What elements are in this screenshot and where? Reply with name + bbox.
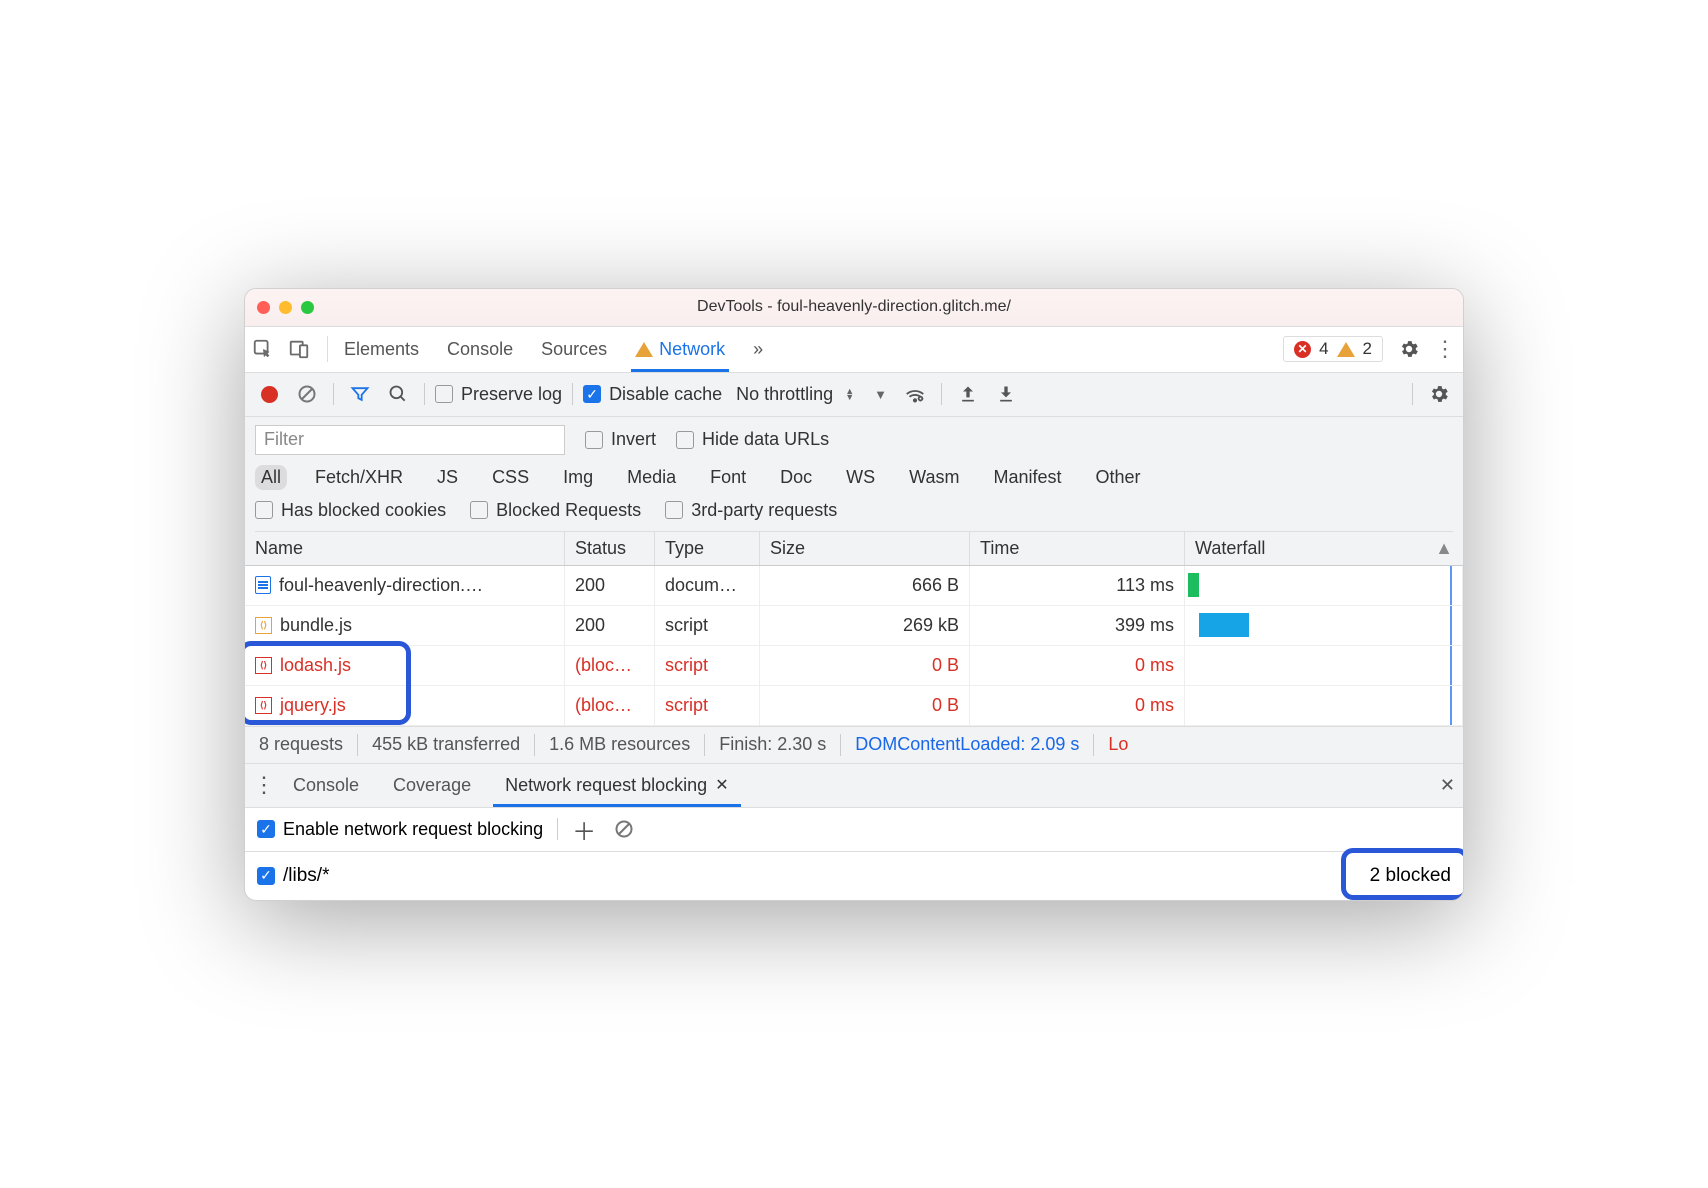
type-chip-wasm[interactable]: Wasm xyxy=(903,465,965,490)
tab-console[interactable]: Console xyxy=(447,328,513,371)
issue-counts[interactable]: ✕ 4 2 xyxy=(1283,336,1383,362)
type-chip-doc[interactable]: Doc xyxy=(774,465,818,490)
drawer-tab-coverage[interactable]: Coverage xyxy=(381,765,483,806)
col-time[interactable]: Time xyxy=(970,532,1185,565)
table-row[interactable]: ⟨⟩lodash.js(bloc…script0 B0 ms xyxy=(245,646,1463,686)
preserve-log-checkbox[interactable]: Preserve log xyxy=(435,384,562,405)
invert-checkbox[interactable]: Invert xyxy=(585,429,656,450)
table-row[interactable]: ⟨⟩bundle.js200script269 kB399 ms xyxy=(245,606,1463,646)
add-pattern-icon[interactable]: ＋ xyxy=(572,812,600,847)
drawer-tab-console[interactable]: Console xyxy=(281,765,371,806)
filter-icon[interactable] xyxy=(344,384,376,404)
settings-icon[interactable] xyxy=(1391,338,1427,360)
third-party-checkbox[interactable]: 3rd-party requests xyxy=(665,500,837,521)
has-blocked-cookies-checkbox[interactable]: Has blocked cookies xyxy=(255,500,446,521)
network-conditions-icon[interactable] xyxy=(899,383,931,405)
record-button[interactable] xyxy=(253,386,285,403)
pattern-row[interactable]: ✓/libs/* 2 blocked xyxy=(245,852,1463,900)
device-toggle-icon[interactable] xyxy=(281,338,317,360)
type-chip-manifest[interactable]: Manifest xyxy=(988,465,1068,490)
tab-sources[interactable]: Sources xyxy=(541,328,607,371)
drawer-tab-blocking[interactable]: Network request blocking ✕ xyxy=(493,765,741,806)
upload-icon[interactable] xyxy=(952,384,984,404)
type-chip-js[interactable]: JS xyxy=(431,465,464,490)
type-chip-fetchxhr[interactable]: Fetch/XHR xyxy=(309,465,409,490)
filter-bar: Filter Invert Hide data URLs All Fetch/XH… xyxy=(245,417,1463,532)
script-icon: ⟨⟩ xyxy=(255,617,272,634)
table-header: Name Status Type Size Time Waterfall▲ xyxy=(245,532,1463,566)
sort-asc-icon: ▲ xyxy=(1435,538,1453,559)
hide-data-urls-checkbox[interactable]: Hide data URLs xyxy=(676,429,829,450)
col-status[interactable]: Status xyxy=(565,532,655,565)
titlebar: DevTools - foul-heavenly-direction.glitc… xyxy=(245,289,1463,327)
disable-cache-checkbox[interactable]: ✓Disable cache xyxy=(583,384,722,405)
maximize-icon[interactable] xyxy=(301,301,314,314)
table-row[interactable]: ⟨⟩jquery.js(bloc…script0 B0 ms xyxy=(245,686,1463,726)
blocking-toolbar: ✓Enable network request blocking ＋ xyxy=(245,808,1463,852)
close-tab-icon[interactable]: ✕ xyxy=(715,775,728,795)
warning-icon xyxy=(635,342,653,357)
panel-settings-icon[interactable] xyxy=(1423,383,1455,405)
drawer-kebab-icon[interactable]: ⋮ xyxy=(253,772,281,798)
filter-input[interactable]: Filter xyxy=(255,425,565,455)
table-row[interactable]: foul-heavenly-direction.…200docum…666 B1… xyxy=(245,566,1463,606)
col-name[interactable]: Name xyxy=(245,532,565,565)
download-icon[interactable] xyxy=(990,384,1022,404)
type-chip-other[interactable]: Other xyxy=(1090,465,1147,490)
throttling-select[interactable]: No throttling ▲▼ ▼ xyxy=(736,384,887,405)
close-icon[interactable] xyxy=(257,301,270,314)
drawer-tabbar: ⋮ Console Coverage Network request block… xyxy=(245,764,1463,808)
window-controls xyxy=(257,301,314,314)
clear-patterns-icon[interactable] xyxy=(614,819,634,839)
type-chip-img[interactable]: Img xyxy=(557,465,599,490)
status-bar: 8 requests 455 kB transferred 1.6 MB res… xyxy=(245,726,1463,764)
blocked-count-badge: 2 blocked xyxy=(1370,865,1451,887)
chevron-updown-icon: ▲▼ xyxy=(845,388,854,400)
enable-blocking-checkbox[interactable]: ✓Enable network request blocking xyxy=(257,819,543,840)
drawer-close-icon[interactable]: ✕ xyxy=(1440,775,1455,796)
tabs-overflow[interactable]: » xyxy=(753,328,763,371)
type-chip-font[interactable]: Font xyxy=(704,465,752,490)
inspect-icon[interactable] xyxy=(245,338,281,360)
error-icon: ✕ xyxy=(1294,341,1311,358)
type-chip-css[interactable]: CSS xyxy=(486,465,535,490)
col-waterfall[interactable]: Waterfall▲ xyxy=(1185,532,1463,565)
blocked-requests-checkbox[interactable]: Blocked Requests xyxy=(470,500,641,521)
network-table: Name Status Type Size Time Waterfall▲ fo… xyxy=(245,532,1463,726)
main-tabbar: Elements Console Sources Network » ✕ 4 2… xyxy=(245,327,1463,373)
type-chip-media[interactable]: Media xyxy=(621,465,682,490)
warning-icon xyxy=(1337,342,1355,357)
type-chip-all[interactable]: All xyxy=(255,465,287,490)
caret-down-icon: ▼ xyxy=(874,387,887,402)
window-title: DevTools - foul-heavenly-direction.glitc… xyxy=(697,298,1011,316)
tab-elements[interactable]: Elements xyxy=(344,328,419,371)
search-icon[interactable] xyxy=(382,384,414,404)
document-icon xyxy=(255,576,271,594)
kebab-menu-icon[interactable]: ⋮ xyxy=(1427,336,1463,362)
tab-network[interactable]: Network xyxy=(635,328,725,371)
network-toolbar: Preserve log ✓Disable cache No throttlin… xyxy=(245,373,1463,417)
clear-icon[interactable] xyxy=(291,384,323,404)
devtools-window: DevTools - foul-heavenly-direction.glitc… xyxy=(244,288,1464,901)
pattern-text: /libs/* xyxy=(283,865,329,887)
minimize-icon[interactable] xyxy=(279,301,292,314)
type-chip-ws[interactable]: WS xyxy=(840,465,881,490)
col-size[interactable]: Size xyxy=(760,532,970,565)
script-icon: ⟨⟩ xyxy=(255,697,272,714)
script-icon: ⟨⟩ xyxy=(255,657,272,674)
col-type[interactable]: Type xyxy=(655,532,760,565)
